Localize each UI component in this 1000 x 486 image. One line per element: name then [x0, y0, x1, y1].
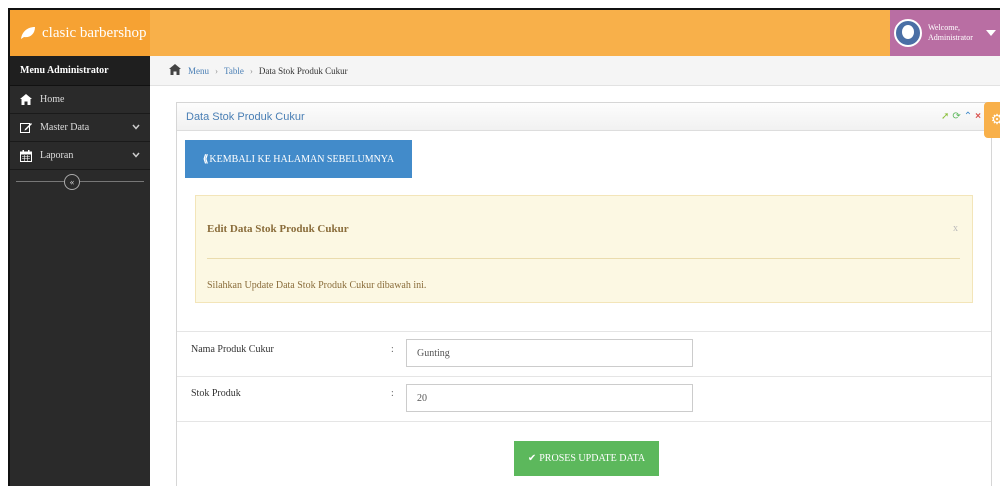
back-button[interactable]: ⟪ KEMBALI KE HALAMAN SEBELUMNYA — [185, 140, 412, 178]
expand-icon[interactable]: ➚ — [941, 111, 949, 122]
user-greeting-line: Welcome, — [928, 23, 961, 32]
alert-message: Silahkan Update Data Stok Produk Cukur d… — [207, 280, 427, 291]
field-label-stok-produk: Stok Produk — [191, 388, 241, 399]
top-navbar: clasic barbershop Welcome, Administrator — [10, 10, 1000, 56]
breadcrumb-link-table[interactable]: Table — [224, 66, 244, 76]
home-icon — [18, 94, 34, 105]
panel-header: Data Stok Produk Cukur ➚ ⟳ ⌃ × — [177, 103, 991, 131]
alert-title: Edit Data Stok Produk Cukur — [207, 223, 349, 235]
edit-icon — [18, 122, 34, 133]
chevron-down-icon — [132, 150, 140, 160]
double-chevron-left-icon: ⟪ — [202, 153, 209, 165]
sidebar-header: Menu Administrator — [10, 56, 150, 86]
panel-title: Data Stok Produk Cukur — [186, 110, 305, 123]
field-colon: : — [391, 388, 394, 399]
alert-close-button[interactable]: x — [953, 223, 958, 234]
sidebar-item-label: Home — [40, 94, 65, 105]
sidebar-item-master-data[interactable]: Master Data — [10, 114, 150, 142]
chevron-up-icon[interactable]: ⌃ — [964, 111, 972, 122]
leaf-icon — [21, 27, 35, 39]
gear-icon: ⚙ — [991, 112, 1000, 129]
check-icon: ✔ — [527, 453, 537, 464]
sidebar-item-laporan[interactable]: Laporan — [10, 142, 150, 170]
info-alert: Edit Data Stok Produk Cukur x Silahkan U… — [195, 195, 973, 303]
form-divider — [177, 376, 991, 377]
user-menu[interactable]: Welcome, Administrator — [890, 10, 1000, 56]
chevron-down-icon — [132, 122, 140, 132]
back-button-label: KEMBALI KE HALAMAN SEBELUMNYA — [209, 153, 395, 165]
breadcrumb: Menu › Table › Data Stok Produk Cukur — [150, 56, 1000, 86]
update-data-button[interactable]: ✔ PROSES UPDATE DATA — [514, 441, 659, 476]
form-divider — [177, 421, 991, 422]
field-label-nama-produk: Nama Produk Cukur — [191, 344, 274, 355]
user-name: Administrator — [928, 33, 973, 42]
close-icon[interactable]: × — [975, 111, 981, 122]
sidebar-item-home[interactable]: Home — [10, 86, 150, 114]
refresh-icon[interactable]: ⟳ — [952, 111, 960, 122]
nama-produk-input[interactable] — [406, 339, 693, 367]
sidebar: Menu Administrator Home Master Data Lapo… — [10, 56, 150, 486]
divider — [16, 181, 144, 182]
breadcrumb-link-menu[interactable]: Menu — [188, 66, 209, 76]
field-colon: : — [391, 344, 394, 355]
caret-down-icon — [986, 30, 996, 36]
breadcrumb-separator: › — [215, 65, 218, 76]
sidebar-item-label: Master Data — [40, 122, 90, 133]
form-divider — [177, 331, 991, 332]
alert-divider — [207, 258, 960, 259]
stok-produk-input[interactable] — [406, 384, 693, 412]
settings-gear-button[interactable]: ⚙ — [984, 102, 1000, 138]
sidebar-collapse-row: « — [10, 170, 150, 194]
panel-tools: ➚ ⟳ ⌃ × — [941, 111, 981, 122]
sidebar-item-label: Laporan — [40, 150, 74, 161]
content-panel: Data Stok Produk Cukur ➚ ⟳ ⌃ × ⟪ KEMBALI… — [176, 102, 992, 486]
calendar-icon — [18, 149, 34, 162]
app-frame: clasic barbershop Welcome, Administrator… — [8, 8, 1000, 486]
brand-name: clasic barbershop — [42, 24, 147, 41]
home-icon[interactable] — [168, 64, 182, 77]
avatar — [894, 19, 922, 47]
breadcrumb-separator: › — [249, 65, 253, 76]
collapse-sidebar-button[interactable]: « — [64, 174, 80, 190]
update-button-label: PROSES UPDATE DATA — [539, 453, 646, 464]
user-greeting: Welcome, Administrator — [928, 23, 982, 43]
breadcrumb-current: Data Stok Produk Cukur — [258, 65, 348, 76]
brand-logo[interactable]: clasic barbershop — [10, 10, 150, 56]
